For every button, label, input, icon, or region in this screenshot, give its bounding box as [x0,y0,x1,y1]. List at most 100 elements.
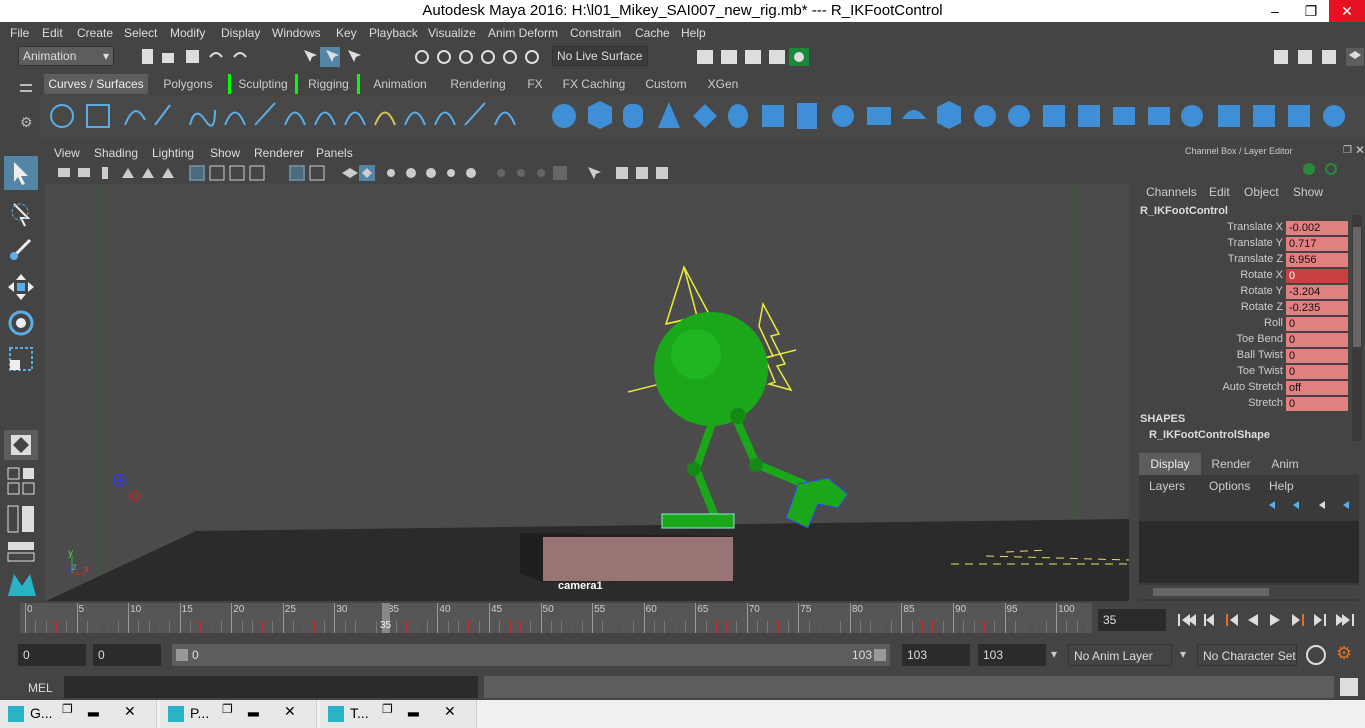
workspace-icons[interactable] [1270,47,1365,67]
minimize-icon[interactable]: ▂ [88,700,99,717]
render-icons[interactable] [693,47,813,67]
channel-scrollbar[interactable] [1352,215,1362,441]
start-time-field[interactable]: 0 [18,644,86,666]
attr-value-translate-y[interactable]: 0.717 [1286,237,1348,251]
attr-value-rotate-y[interactable]: -3.204 [1286,285,1348,299]
menu-select[interactable]: Select [124,26,157,40]
channels-show-menu[interactable]: Show [1293,185,1323,199]
taskbar-window-3[interactable]: T... ❐ ▂ ✕ [320,700,477,728]
viewport-menu-shading[interactable]: Shading [94,146,138,160]
viewport-menu-panels[interactable]: Panels [316,146,353,160]
close-icon[interactable]: ✕ [444,703,456,720]
tab-rigging[interactable]: Rigging [300,74,360,94]
shelf-menu-icon[interactable] [20,84,32,92]
tab-fx[interactable]: FX [520,74,550,94]
range-slider[interactable]: 0 103 [172,644,890,666]
layer-tab-display[interactable]: Display [1139,453,1201,475]
current-frame-field[interactable]: 35 [1098,609,1166,631]
minimize-icon[interactable]: ▂ [408,700,419,717]
chevron-down-icon[interactable]: ▾ [1051,647,1057,661]
close-panel-icon[interactable]: ✕ [1355,143,1365,157]
layer-help-menu[interactable]: Help [1269,479,1294,493]
menu-anim-deform[interactable]: Anim Deform [488,26,558,40]
move-tool-icon[interactable] [4,270,38,304]
paint-select-icon[interactable] [4,232,38,266]
layout-four-icon[interactable] [6,466,38,498]
menu-create[interactable]: Create [77,26,113,40]
anim-layer-dropdown[interactable]: No Anim Layer [1068,644,1172,666]
layout-graph-icon[interactable] [6,540,38,562]
lasso-tool-icon[interactable] [4,196,38,230]
viewport-menu-view[interactable]: View [54,146,80,160]
playback-controls[interactable] [1172,609,1362,631]
restore-icon[interactable]: ❐ [62,702,73,716]
live-surface-field[interactable]: No Live Surface [552,46,648,66]
tab-xgen[interactable]: XGen [698,74,748,94]
layout-single-button[interactable] [4,430,38,460]
tab-rendering[interactable]: Rendering [440,74,516,94]
menu-display[interactable]: Display [221,26,260,40]
attr-value-rotate-z[interactable]: -0.235 [1286,301,1348,315]
attr-value-toe-bend[interactable]: 0 [1286,333,1348,347]
attr-value-translate-x[interactable]: -0.002 [1286,221,1348,235]
menu-set-dropdown[interactable]: Animation ▾ [18,46,114,66]
script-editor-icon[interactable] [1340,678,1358,696]
scale-tool-icon[interactable] [4,342,38,376]
taskbar-window-2[interactable]: P... ❐ ▂ ✕ [160,700,317,728]
minimize-icon[interactable]: ▂ [248,700,259,717]
layer-list[interactable] [1139,521,1359,583]
tab-curves-surfaces[interactable]: Curves / Surfaces [44,74,148,94]
layers-menu[interactable]: Layers [1149,479,1185,493]
layer-editor-icon[interactable] [1325,163,1337,175]
restore-icon[interactable]: ❐ [382,702,393,716]
range-start-handle[interactable] [176,649,188,661]
viewport-menu-lighting[interactable]: Lighting [152,146,194,160]
tab-animation[interactable]: Animation [364,74,436,94]
range-end-handle[interactable] [874,649,886,661]
time-ruler[interactable]: 0 5 10 15 20 25 30 35 40 45 50 55 60 65 70 75 80 85 90 95 10… [20,603,1092,633]
chevron-down-icon[interactable]: ▾ [1180,647,1186,661]
select-tool-button[interactable] [4,156,38,190]
menu-cache[interactable]: Cache [635,26,670,40]
attr-value-stretch[interactable]: 0 [1286,397,1348,411]
attr-value-roll[interactable]: 0 [1286,317,1348,331]
layer-tab-anim[interactable]: Anim [1259,453,1311,475]
menu-windows[interactable]: Windows [272,26,321,40]
layer-hscroll-thumb[interactable] [1153,588,1269,596]
close-icon[interactable]: ✕ [284,703,296,720]
close-icon[interactable]: ✕ [124,703,136,720]
command-language-label[interactable]: MEL [28,681,53,695]
character-set-dropdown[interactable]: No Character Set [1197,644,1297,666]
menu-key[interactable]: Key [336,26,357,40]
menu-constrain[interactable]: Constrain [570,26,621,40]
float-icon[interactable]: ❐ [1343,145,1352,156]
tab-custom[interactable]: Custom [638,74,694,94]
shelf-tool-icons[interactable] [40,95,1365,139]
selection-mode-icons[interactable] [298,46,368,68]
viewport-toolbar-icons[interactable] [46,162,706,184]
command-input[interactable] [64,676,478,698]
preferences-icon[interactable]: ⚙ [1336,643,1352,664]
file-tools-icons[interactable] [138,47,258,67]
channels-object-menu[interactable]: Object [1244,185,1279,199]
layer-options-menu[interactable]: Options [1209,479,1250,493]
channels-edit-menu[interactable]: Edit [1209,185,1230,199]
playback-end-field[interactable]: 103 [902,644,970,666]
playback-start-field[interactable]: 0 [93,644,161,666]
tab-sculpting[interactable]: Sculpting [228,74,298,94]
attr-value-toe-twist[interactable]: 0 [1286,365,1348,379]
attr-value-translate-z[interactable]: 6.956 [1286,253,1348,267]
menu-visualize[interactable]: Visualize [428,26,476,40]
layer-tab-render[interactable]: Render [1203,453,1259,475]
tab-polygons[interactable]: Polygons [152,74,224,94]
layer-hscrollbar[interactable] [1139,585,1359,599]
3d-scene[interactable]: y x z camera1 [46,184,1129,601]
viewport-menu-renderer[interactable]: Renderer [254,146,304,160]
attr-value-auto-stretch[interactable]: off [1286,381,1348,395]
attr-value-rotate-x[interactable]: 0 [1286,269,1348,283]
taskbar-window-1[interactable]: G... ❐ ▂ ✕ [0,700,157,728]
minimize-icon[interactable]: – [1257,0,1293,22]
layer-action-icons[interactable] [1263,497,1359,513]
end-time-field[interactable]: 103 [978,644,1046,666]
menu-help[interactable]: Help [681,26,706,40]
